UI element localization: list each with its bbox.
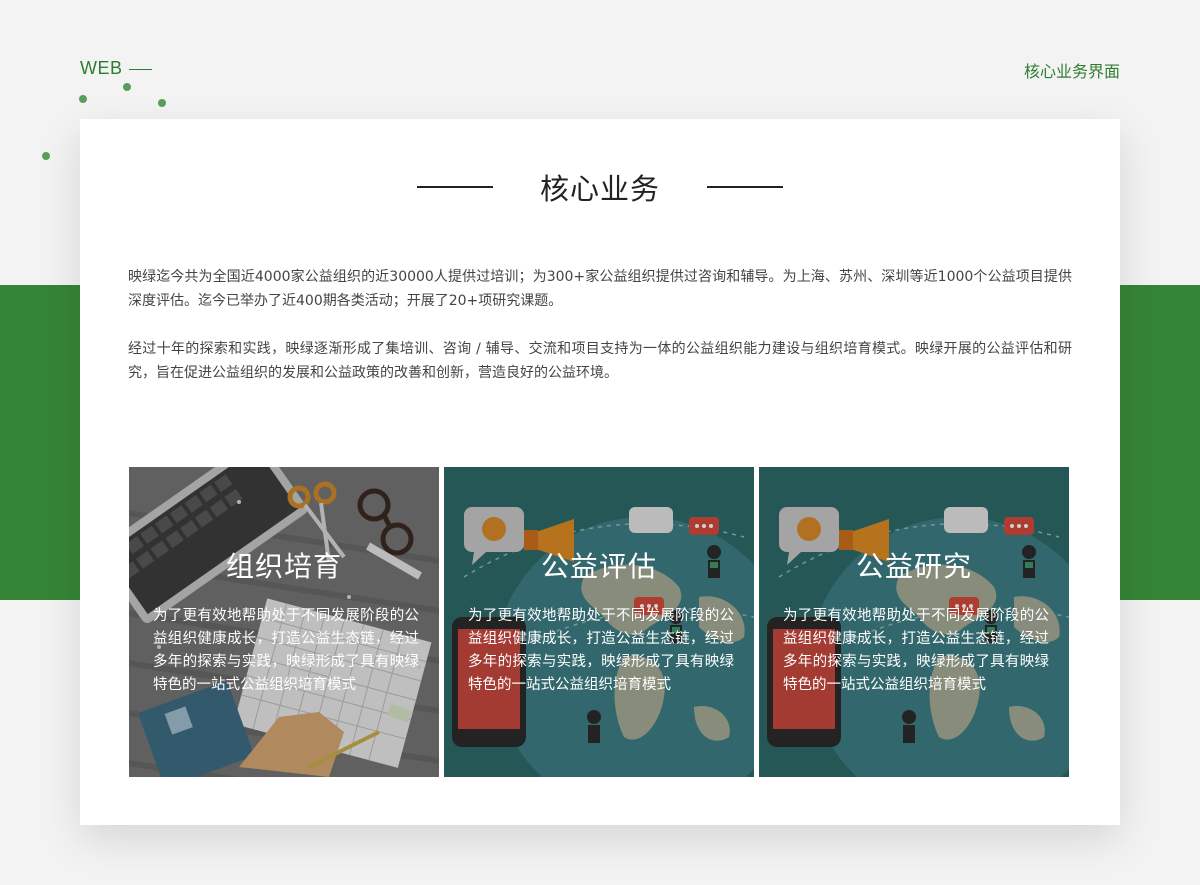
page-name: 核心业务界面 [1023, 62, 1120, 81]
web-label: WEB [80, 58, 123, 78]
tile-title: 公益研究 [855, 550, 972, 583]
core-business-card: 核心业务 映绿迄今共为全国近4000家公益组织的近30000人提供过培训；为30… [80, 119, 1120, 825]
intro-paragraph-2: 经过十年的探索和实践，映绿逐渐形成了集培训、咨询 / 辅导、交流和项目支持为一体… [128, 341, 1072, 381]
heading-rule-right [707, 186, 783, 188]
heading-rule-left [416, 186, 493, 188]
intro-paragraph-1: 映绿迄今共为全国近4000家公益组织的近30000人提供过培训；为300+家公益… [128, 269, 1072, 309]
tile-public-welfare-research[interactable]: 公益研究 为了更有效地帮助处于不同发展阶段的公益组织健康成长，打造公益生态链，经… [759, 467, 1069, 777]
tile-description: 为了更有效地帮助处于不同发展阶段的公益组织健康成长，打造公益生态链，经过多年的探… [153, 608, 419, 693]
tile-description: 为了更有效地帮助处于不同发展阶段的公益组织健康成长，打造公益生态链，经过多年的探… [468, 608, 734, 693]
tile-organization-cultivation[interactable]: 组织培育 为了更有效地帮助处于不同发展阶段的公益组织健康成长，打造公益生态链，经… [129, 467, 439, 777]
section-heading: 核心业务 [80, 167, 1120, 207]
tile-title: 组织培育 [225, 550, 342, 583]
decorative-dot [79, 95, 87, 103]
tile-description: 为了更有效地帮助处于不同发展阶段的公益组织健康成长，打造公益生态链，经过多年的探… [783, 608, 1049, 693]
section-title: 核心业务 [539, 172, 660, 206]
tile-title: 公益评估 [540, 550, 657, 583]
tile-public-welfare-evaluation[interactable]: 公益评估 为了更有效地帮助处于不同发展阶段的公益组织健康成长，打造公益生态链，经… [444, 467, 754, 777]
web-label-line [129, 69, 152, 70]
decorative-dot [42, 152, 50, 160]
decorative-dot [158, 99, 166, 107]
intro-text: 映绿迄今共为全国近4000家公益组织的近30000人提供过培训；为300+家公益… [128, 265, 1072, 409]
business-tiles: 组织培育 为了更有效地帮助处于不同发展阶段的公益组织健康成长，打造公益生态链，经… [129, 467, 1070, 777]
decorative-dot [123, 83, 131, 91]
